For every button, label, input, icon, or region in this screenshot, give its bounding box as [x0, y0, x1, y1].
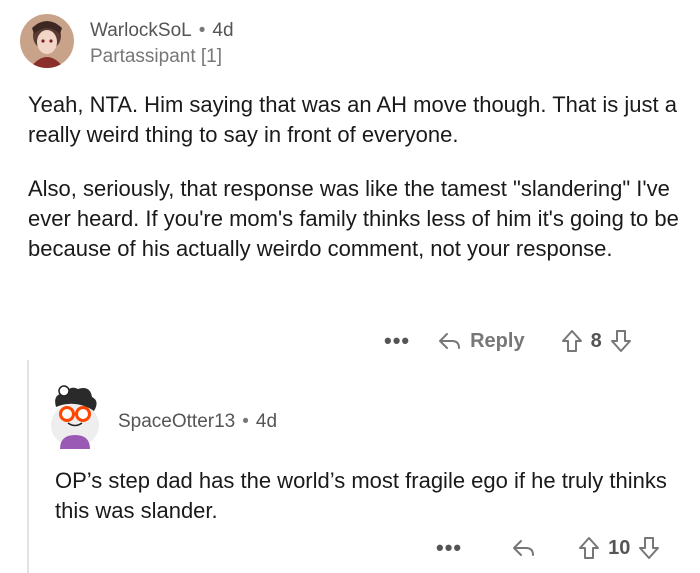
comment-age: 4d: [212, 20, 234, 41]
vote-controls: 10: [578, 536, 660, 560]
comment-header: SpaceOtter13 • 4d: [118, 411, 277, 433]
vote-controls: 8: [561, 329, 632, 353]
reply-label: Reply: [470, 329, 525, 352]
comment-actions: ••• 10: [436, 535, 660, 561]
user-avatar[interactable]: [46, 385, 104, 449]
thread-line[interactable]: [27, 360, 29, 573]
comment-body: OP’s step dad has the world’s most fragi…: [55, 466, 685, 526]
vote-score: 8: [590, 329, 602, 352]
reply-arrow-icon: [513, 540, 535, 556]
downvote-arrow-icon[interactable]: [638, 536, 660, 560]
comment-header: WarlockSoL • 4d: [90, 20, 234, 42]
reply-arrow-icon: [439, 333, 461, 349]
username[interactable]: WarlockSoL: [90, 20, 192, 41]
reply-button[interactable]: [512, 538, 536, 558]
comment-body: Yeah, NTA. Him saying that was an AH mov…: [28, 90, 683, 288]
vote-score: 10: [608, 536, 631, 559]
upvote-arrow-icon[interactable]: [561, 329, 583, 353]
more-options-icon[interactable]: •••: [436, 535, 462, 561]
downvote-arrow-icon[interactable]: [610, 329, 632, 353]
comment-actions: ••• Reply 8: [384, 328, 632, 354]
more-options-icon[interactable]: •••: [384, 328, 410, 354]
separator-dot: •: [198, 20, 206, 41]
comment-age: 4d: [255, 411, 278, 432]
comment-paragraph: Yeah, NTA. Him saying that was an AH mov…: [28, 92, 677, 147]
upvote-arrow-icon[interactable]: [578, 536, 600, 560]
comment-paragraph: OP’s step dad has the world’s most fragi…: [55, 468, 667, 523]
user-flair: Partassipant [1]: [90, 46, 223, 67]
user-avatar[interactable]: [20, 14, 74, 68]
comment-paragraph: Also, seriously, that response was like …: [28, 176, 679, 261]
reply-button[interactable]: Reply: [438, 329, 525, 353]
username[interactable]: SpaceOtter13: [118, 411, 235, 432]
separator-dot: •: [242, 411, 249, 432]
